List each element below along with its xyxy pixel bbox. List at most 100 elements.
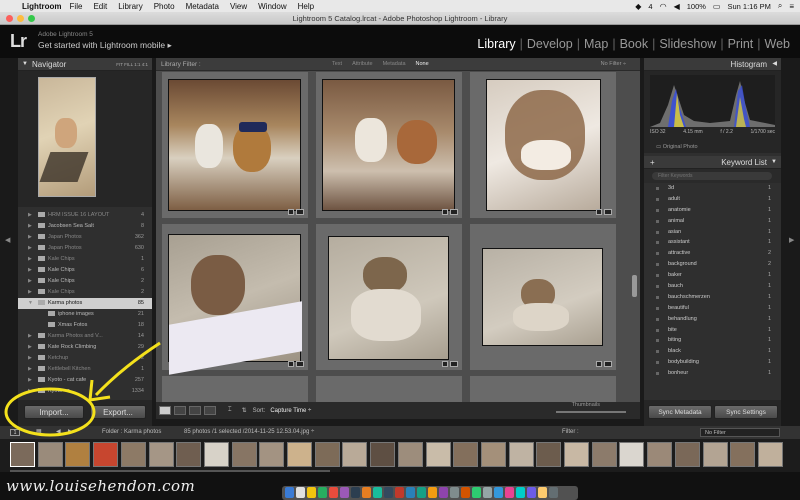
battery-icon[interactable]: ▭ — [713, 2, 721, 11]
mobile-link-text[interactable]: Get started with Lightroom mobile — [38, 40, 165, 50]
filmstrip-thumbnail[interactable] — [176, 442, 202, 467]
wifi-icon[interactable]: ◠ — [660, 2, 667, 11]
minimize-window-button[interactable] — [17, 15, 24, 22]
dock-app-icon[interactable] — [285, 487, 294, 498]
filmstrip-thumbnail[interactable] — [231, 442, 257, 467]
dock-app-icon[interactable] — [472, 487, 481, 498]
keyword-row[interactable]: bauch 1 — [644, 281, 781, 292]
module-print[interactable]: Print — [724, 37, 758, 51]
dock-app-icon[interactable] — [329, 487, 338, 498]
expand-triangle-icon[interactable]: ▶ — [28, 375, 32, 386]
keyword-row[interactable]: anatomie 1 — [644, 205, 781, 216]
keyword-filter-input[interactable] — [652, 172, 772, 180]
filmstrip-thumbnail[interactable] — [730, 442, 756, 467]
keyword-checkbox[interactable] — [656, 317, 659, 321]
forward-arrow-icon[interactable]: ▶ — [68, 426, 73, 439]
dock-app-icon[interactable] — [417, 487, 426, 498]
flag-badge-icon[interactable] — [442, 361, 448, 367]
filmstrip-thumbnail[interactable] — [10, 442, 35, 467]
close-window-button[interactable] — [6, 15, 13, 22]
keyword-checkbox[interactable] — [656, 219, 659, 223]
folder-row[interactable]: ▶ Jacobsen Sea Salt 8 — [18, 221, 152, 232]
filmstrip-thumbnail[interactable] — [702, 442, 728, 467]
folder-row[interactable]: Xmas Fotos 18 — [18, 320, 152, 331]
dock-app-icon[interactable] — [318, 487, 327, 498]
expand-triangle-icon[interactable]: ▶ — [28, 232, 32, 243]
dock-app-icon[interactable] — [351, 487, 360, 498]
grid-cell[interactable] — [316, 72, 462, 218]
menu-help[interactable]: Help — [298, 2, 314, 11]
folder-row[interactable]: ▶ Kale Chips 2 — [18, 276, 152, 287]
folder-row[interactable]: ▶ HRM ISSUE 16 LAYOUT 4 — [18, 210, 152, 221]
grid-cell[interactable] — [162, 376, 308, 402]
filmstrip-thumbnail[interactable] — [314, 442, 340, 467]
spotlight-icon[interactable]: ⌕ — [778, 1, 782, 11]
keyword-row[interactable]: attractive 2 — [644, 248, 781, 259]
collapse-triangle-icon[interactable]: ▼ — [771, 156, 777, 169]
filmstrip-thumbnail[interactable] — [647, 442, 673, 467]
photo-thumbnail[interactable] — [328, 236, 449, 360]
grid-cell[interactable] — [316, 224, 462, 370]
sync-settings-button[interactable]: Sync Settings — [714, 405, 778, 419]
grid-cell[interactable] — [162, 72, 308, 218]
keyword-row[interactable]: background 2 — [644, 259, 781, 270]
expand-triangle-icon[interactable]: ▶ — [28, 353, 32, 364]
expand-triangle-icon[interactable]: ▶ — [28, 243, 32, 254]
filmstrip-thumbnail[interactable] — [370, 442, 396, 467]
menu-app-name[interactable]: Lightroom — [22, 2, 62, 11]
filmstrip-thumbnail[interactable] — [287, 442, 312, 467]
sort-select[interactable]: Capture Time ÷ — [270, 408, 311, 414]
menu-edit[interactable]: Edit — [93, 2, 107, 11]
dock-app-icon[interactable] — [307, 487, 316, 498]
grid-cell[interactable] — [470, 376, 616, 402]
folder-row[interactable]: ▶ Kyoto - cat cafe 257 — [18, 375, 152, 386]
grid-cell[interactable] — [162, 224, 308, 375]
photo-thumbnail[interactable] — [168, 79, 301, 211]
menu-view[interactable]: View — [230, 2, 247, 11]
dock-app-icon[interactable] — [428, 487, 437, 498]
keyword-row[interactable]: black 1 — [644, 346, 781, 357]
keyword-checkbox[interactable] — [656, 306, 659, 310]
sync-metadata-button[interactable]: Sync Metadata — [648, 405, 712, 419]
filmstrip-thumbnail[interactable] — [591, 442, 617, 467]
dock-app-icon[interactable] — [362, 487, 371, 498]
original-photo-label[interactable]: Original Photo — [663, 144, 698, 150]
filmstrip-thumbnail[interactable] — [93, 442, 119, 467]
navigator-preview[interactable] — [18, 71, 152, 207]
collapse-triangle-icon[interactable]: ◀ — [772, 58, 777, 71]
expand-triangle-icon[interactable]: ▶ — [28, 276, 32, 287]
filter-preset-select[interactable]: No Filter ÷ — [601, 58, 626, 71]
filmstrip-thumbnail[interactable] — [342, 442, 368, 467]
grid-cell[interactable] — [470, 224, 616, 370]
edit-badge-icon[interactable] — [296, 361, 304, 367]
filmstrip-thumbnail[interactable] — [453, 442, 479, 467]
filmstrip-thumbnail[interactable] — [37, 442, 63, 467]
keyword-checkbox[interactable] — [656, 295, 659, 299]
folder-row[interactable]: ▶ Kale Chips 6 — [18, 265, 152, 276]
keyword-list-header[interactable]: + Keyword List ▼ — [644, 156, 781, 169]
navigator-thumbnail[interactable] — [38, 77, 96, 197]
battery-percent[interactable]: 100% — [687, 2, 706, 11]
keyword-checkbox[interactable] — [656, 208, 659, 212]
filter-metadata[interactable]: Metadata — [383, 58, 406, 71]
filmstrip-thumbnail[interactable] — [65, 442, 91, 467]
grid-scrollbar[interactable] — [632, 275, 637, 297]
right-panel-toggle-icon[interactable]: ▶ — [789, 236, 794, 244]
flag-badge-icon[interactable] — [442, 209, 448, 215]
folder-row[interactable]: ▶ Kale Chips 1 — [18, 254, 152, 265]
menu-metadata[interactable]: Metadata — [186, 2, 219, 11]
folder-row[interactable]: ▶ Kale Chips 2 — [18, 287, 152, 298]
thumbnail-size-slider[interactable] — [556, 411, 626, 413]
dock-app-icon[interactable] — [395, 487, 404, 498]
keyword-row[interactable]: animal 1 — [644, 216, 781, 227]
dock-app-icon[interactable] — [494, 487, 503, 498]
filmstrip-thumbnail[interactable] — [757, 442, 783, 467]
keyword-checkbox[interactable] — [656, 372, 659, 376]
module-library[interactable]: Library — [473, 37, 519, 51]
folder-row[interactable]: ▶ Kate Rock Climbing 29 — [18, 342, 152, 353]
keyword-checkbox[interactable] — [656, 274, 659, 278]
dock-app-icon[interactable] — [340, 487, 349, 498]
filmstrip-count[interactable]: 85 photos /1 selected /2014-11-25 12.53.… — [184, 426, 314, 439]
expand-triangle-icon[interactable]: ▶ — [28, 254, 32, 265]
flag-badge-icon[interactable] — [596, 361, 602, 367]
